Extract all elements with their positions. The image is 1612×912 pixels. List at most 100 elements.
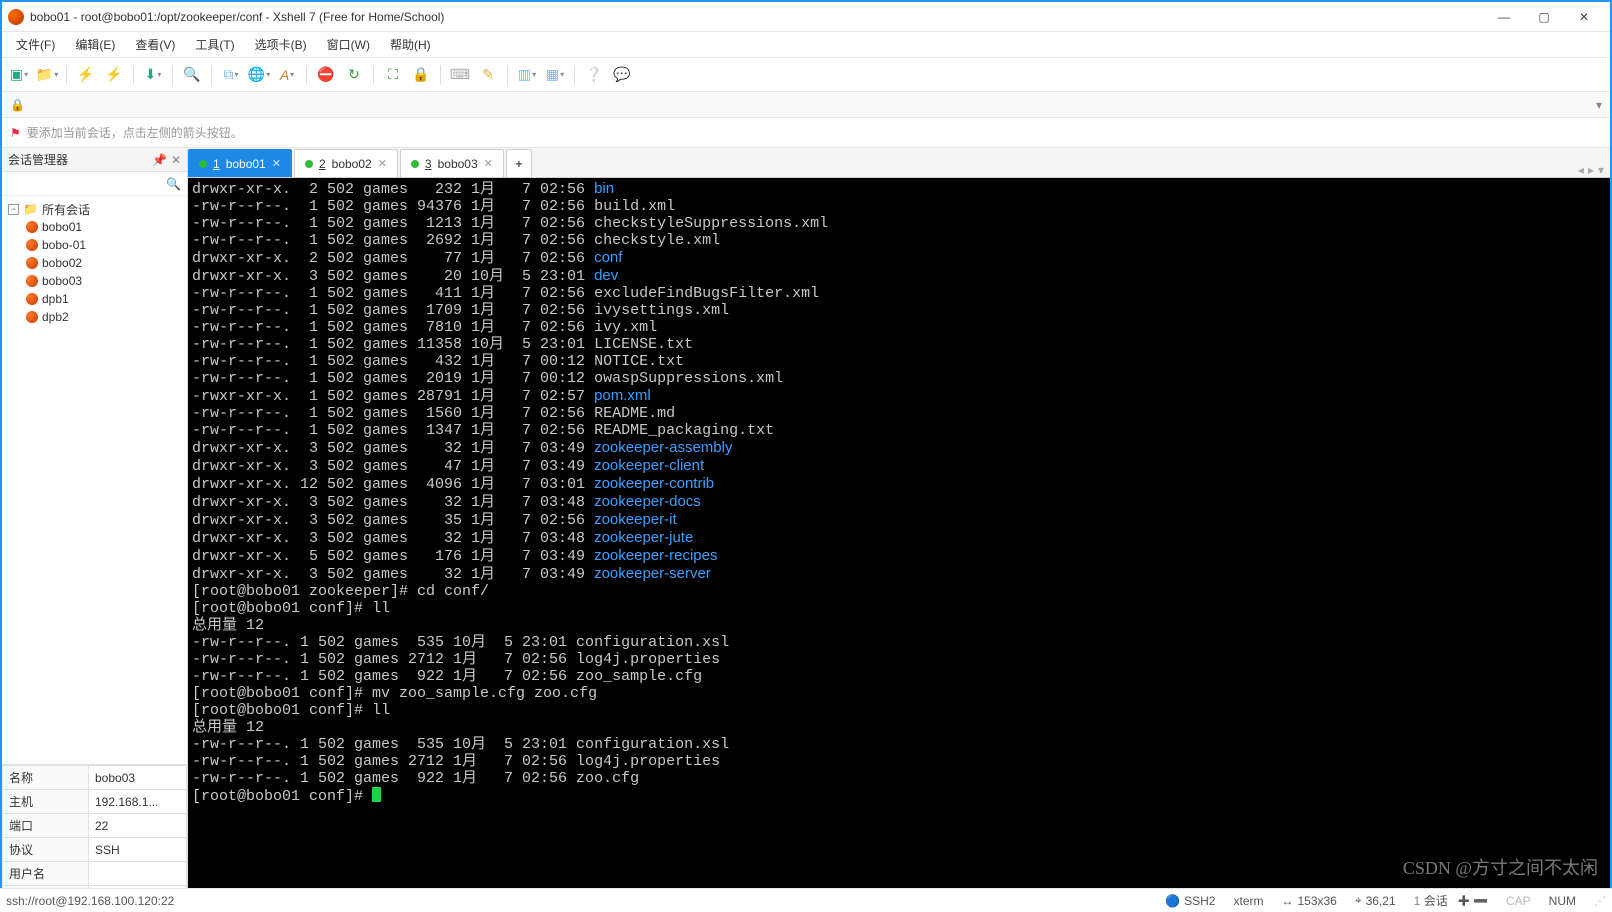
panel-title: 会话管理器 bbox=[8, 151, 68, 168]
prop-user-v bbox=[89, 862, 187, 886]
session-item[interactable]: dpb1 bbox=[6, 290, 183, 308]
layout-icon[interactable]: ▥ bbox=[518, 66, 536, 84]
tab-label: bobo02 bbox=[332, 157, 372, 171]
maximize-button[interactable]: ▢ bbox=[1524, 4, 1564, 30]
separator bbox=[66, 65, 67, 85]
tab-label: bobo03 bbox=[438, 157, 478, 171]
session-label: bobo-01 bbox=[42, 238, 86, 252]
pin-icon[interactable]: 📌 bbox=[152, 153, 167, 167]
status-term: xterm bbox=[1233, 894, 1263, 908]
prop-port-k: 端口 bbox=[3, 814, 89, 838]
tab-menu-icon[interactable]: ▾ bbox=[1598, 163, 1604, 177]
session-item[interactable]: bobo02 bbox=[6, 254, 183, 272]
session-label: dpb2 bbox=[42, 310, 69, 324]
prop-user-k: 用户名 bbox=[3, 862, 89, 886]
menu-tabs[interactable]: 选项卡(B) bbox=[247, 33, 315, 56]
tree-root-label: 所有会话 bbox=[42, 201, 90, 218]
tab-bobo02[interactable]: 2 bobo02✕ bbox=[294, 149, 398, 177]
prop-host-v: 192.168.1... bbox=[89, 790, 187, 814]
menubar: 文件(F) 编辑(E) 查看(V) 工具(T) 选项卡(B) 窗口(W) 帮助(… bbox=[2, 32, 1610, 58]
tab-prev-icon[interactable]: ◂ bbox=[1578, 163, 1584, 177]
status-bar: ssh://root@192.168.100.120:22 🔵 SSH2 xte… bbox=[0, 888, 1612, 912]
minimize-button[interactable]: — bbox=[1484, 4, 1524, 30]
menu-tools[interactable]: 工具(T) bbox=[187, 33, 242, 56]
menu-window[interactable]: 窗口(W) bbox=[319, 33, 378, 56]
session-icon bbox=[26, 275, 38, 287]
separator bbox=[507, 65, 508, 85]
search-icon[interactable]: 🔍 bbox=[183, 66, 201, 84]
open-session-button[interactable]: 📁 bbox=[38, 66, 56, 84]
globe-icon[interactable]: 🌐 bbox=[250, 66, 268, 84]
lock-icon[interactable]: 🔒 bbox=[412, 66, 430, 84]
separator bbox=[574, 65, 575, 85]
tab-close-icon[interactable]: ✕ bbox=[378, 157, 387, 170]
menu-help[interactable]: 帮助(H) bbox=[382, 33, 439, 56]
prop-proto-k: 协议 bbox=[3, 838, 89, 862]
session-item[interactable]: bobo01 bbox=[6, 218, 183, 236]
tab-bobo01[interactable]: 1 bobo01 ✕ bbox=[188, 149, 292, 177]
layout2-icon[interactable]: ▦ bbox=[546, 66, 564, 84]
help-icon[interactable]: ❔ bbox=[585, 66, 603, 84]
tab-close-icon[interactable]: ✕ bbox=[484, 157, 493, 170]
menu-edit[interactable]: 编辑(E) bbox=[67, 33, 123, 56]
session-label: bobo01 bbox=[42, 220, 82, 234]
tab-label: bobo01 bbox=[226, 157, 266, 171]
separator bbox=[440, 65, 441, 85]
session-label: bobo03 bbox=[42, 274, 82, 288]
status-size: ↔ 153x36 bbox=[1281, 894, 1336, 908]
session-icon bbox=[26, 221, 38, 233]
copy-button[interactable]: ⧉ bbox=[222, 66, 240, 84]
add-tab-button[interactable]: + bbox=[506, 149, 532, 177]
status-num: NUM bbox=[1549, 894, 1576, 908]
prop-name-k: 名称 bbox=[3, 766, 89, 790]
menu-file[interactable]: 文件(F) bbox=[8, 33, 63, 56]
highlight-box-2 bbox=[188, 829, 303, 853]
tab-bar: 1 bobo01✕2 bobo02✕3 bobo03✕ + ◂ ▸ ▾ bbox=[188, 148, 1610, 178]
prop-proto-v: SSH bbox=[89, 838, 187, 862]
separator bbox=[373, 65, 374, 85]
address-bar[interactable]: 🔒 ▾ bbox=[2, 92, 1610, 118]
panel-search[interactable]: 🔍 bbox=[2, 172, 187, 196]
close-button[interactable]: ✕ bbox=[1564, 4, 1604, 30]
session-tree[interactable]: − 📁 所有会话 bobo01 bobo-01 bobo02 bobo03 dpb1 dp… bbox=[2, 196, 187, 764]
menu-view[interactable]: 查看(V) bbox=[127, 33, 183, 56]
status-left: ssh://root@192.168.100.120:22 bbox=[6, 894, 1147, 908]
session-item[interactable]: bobo03 bbox=[6, 272, 183, 290]
prop-port-v: 22 bbox=[89, 814, 187, 838]
status-dot-icon bbox=[411, 160, 419, 168]
main-area: 1 bobo01✕2 bobo02✕3 bobo03✕ + ◂ ▸ ▾ drwx… bbox=[188, 148, 1610, 910]
status-grip-icon[interactable]: ⋰ bbox=[1594, 894, 1606, 908]
new-session-button[interactable]: ▣ bbox=[10, 66, 28, 84]
tree-root[interactable]: − 📁 所有会话 bbox=[6, 200, 183, 218]
separator bbox=[172, 65, 173, 85]
reconnect-button[interactable]: ⚡ bbox=[77, 66, 95, 84]
session-item[interactable]: dpb2 bbox=[6, 308, 183, 326]
session-icon bbox=[26, 239, 38, 251]
chat-icon[interactable]: 💬 bbox=[613, 66, 631, 84]
stop-icon[interactable]: ⛔ bbox=[317, 66, 335, 84]
status-pos: ⌖ 36,21 bbox=[1355, 893, 1396, 908]
terminal[interactable]: drwxr-xr-x. 2 502 games 232 1月 7 02:56 b… bbox=[188, 178, 1610, 807]
status-ssh: 🔵 SSH2 bbox=[1165, 894, 1215, 908]
xftp-button[interactable]: ⬇ bbox=[144, 66, 162, 84]
tab-next-icon[interactable]: ▸ bbox=[1588, 163, 1594, 177]
panel-close-icon[interactable]: ✕ bbox=[171, 153, 181, 167]
session-label: dpb1 bbox=[42, 292, 69, 306]
font-button[interactable]: A bbox=[278, 66, 296, 84]
tab-num: 1 bbox=[213, 157, 220, 171]
keyboard-icon[interactable]: ⌨ bbox=[451, 66, 469, 84]
tab-bobo03[interactable]: 3 bobo03✕ bbox=[400, 149, 504, 177]
disconnect-button[interactable]: ⚡ bbox=[105, 66, 123, 84]
collapse-icon[interactable]: − bbox=[8, 204, 19, 215]
chevron-down-icon[interactable]: ▾ bbox=[1596, 98, 1602, 112]
toolbar: ▣ 📁 ⚡ ⚡ ⬇ 🔍 ⧉ 🌐 A ⛔ ↻ ⛶ 🔒 ⌨ ✎ ▥ ▦ ❔ 💬 bbox=[2, 58, 1610, 92]
status-cap: CAP bbox=[1506, 894, 1531, 908]
tab-close-icon[interactable]: ✕ bbox=[272, 157, 281, 170]
separator bbox=[306, 65, 307, 85]
refresh-icon[interactable]: ↻ bbox=[345, 66, 363, 84]
highlight-icon[interactable]: ✎ bbox=[479, 66, 497, 84]
session-item[interactable]: bobo-01 bbox=[6, 236, 183, 254]
separator bbox=[133, 65, 134, 85]
session-icon bbox=[26, 293, 38, 305]
fullscreen-icon[interactable]: ⛶ bbox=[384, 66, 402, 84]
